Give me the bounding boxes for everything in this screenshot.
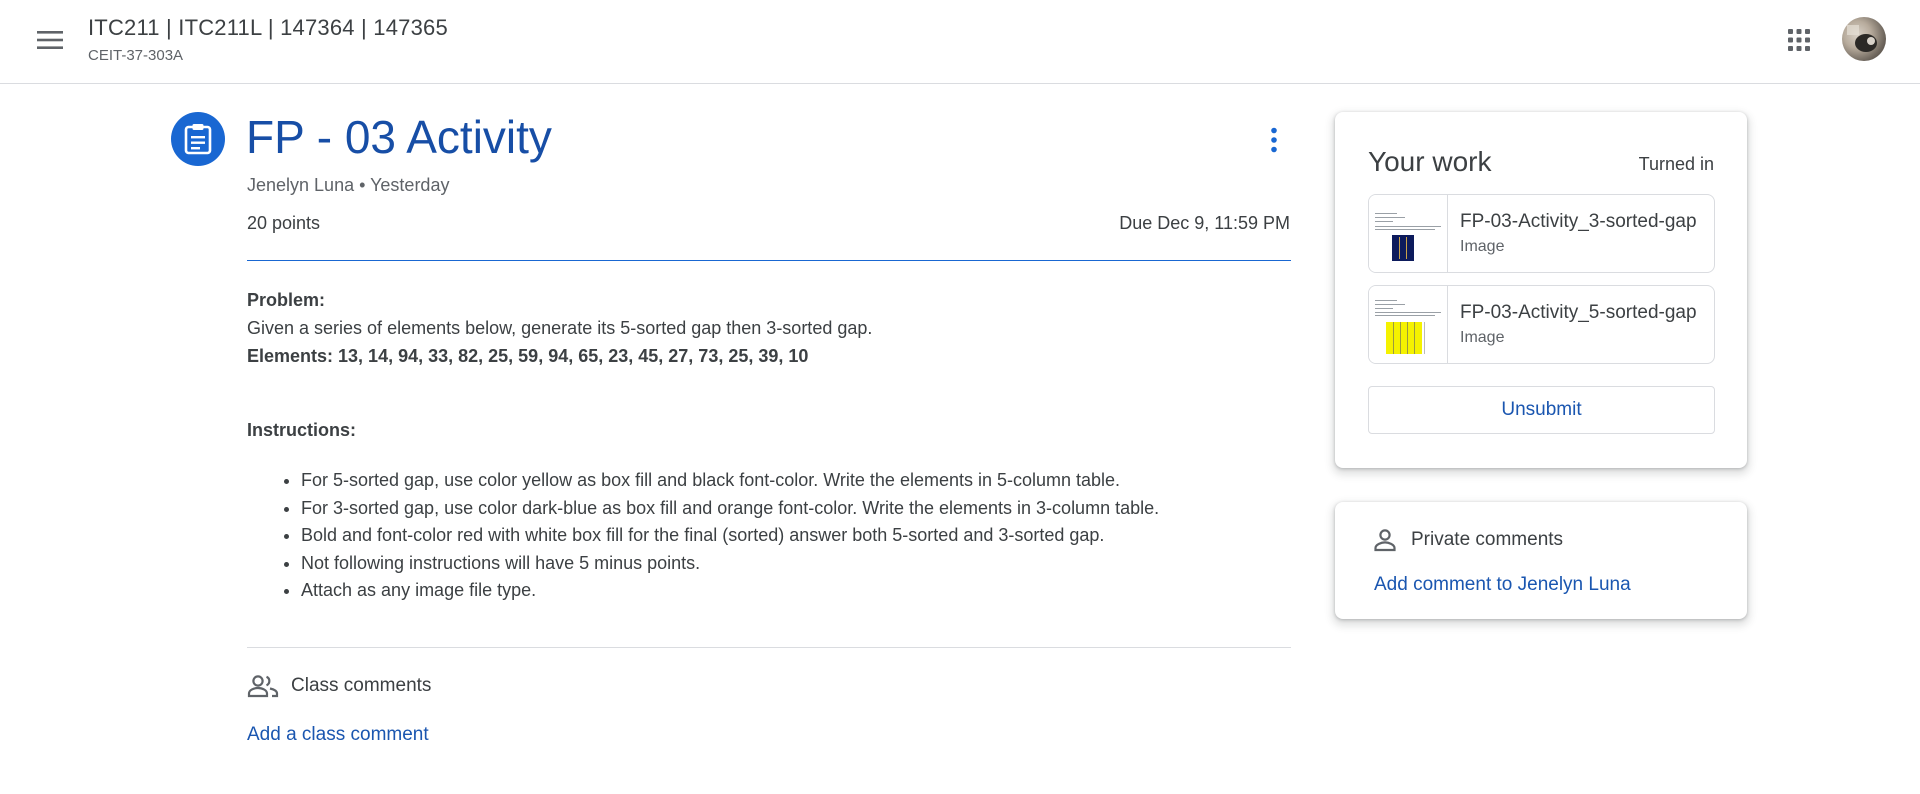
main-menu-button[interactable] — [30, 20, 70, 60]
due-date: Due Dec 9, 11:59 PM — [1119, 213, 1290, 233]
attachment-thumbnail — [1369, 286, 1448, 363]
assignment-description: Problem: Given a series of elements belo… — [247, 286, 1291, 370]
more-options-button[interactable] — [1254, 120, 1294, 160]
list-item: Not following instructions will have 5 m… — [301, 550, 1159, 578]
clipboard-icon — [184, 124, 212, 155]
status-badge: Turned in — [1638, 154, 1714, 174]
add-class-comment-link[interactable]: Add a class comment — [247, 724, 429, 746]
header-divider — [247, 260, 1291, 261]
instructions-heading: Instructions: — [247, 420, 357, 440]
private-comments-heading: Private comments — [1373, 528, 1563, 552]
list-item: For 5-sorted gap, use color yellow as bo… — [301, 467, 1159, 495]
class-comments-label: Class comments — [291, 675, 432, 696]
class-comments-heading: Class comments — [247, 674, 431, 698]
elements-line: Elements: 13, 14, 94, 33, 82, 25, 59, 94… — [247, 346, 809, 366]
attachment-type: Image — [1460, 238, 1505, 255]
list-item: Bold and font-color red with white box f… — [301, 522, 1159, 550]
account-avatar[interactable] — [1842, 17, 1886, 61]
google-apps-button[interactable] — [1779, 20, 1819, 60]
assignment-icon — [171, 112, 225, 166]
assignment-title: FP - 03 Activity — [246, 111, 552, 163]
hamburger-menu-icon — [37, 31, 63, 49]
people-icon — [247, 675, 279, 698]
attachment-item[interactable]: FP-03-Activity_3-sorted-gap Image — [1368, 194, 1715, 273]
points-label: 20 points — [247, 213, 321, 233]
problem-text: Given a series of elements below, genera… — [247, 318, 873, 338]
google-apps-grid-icon — [1788, 29, 1810, 51]
attachment-thumbnail — [1369, 195, 1448, 272]
more-vert-icon — [1271, 127, 1277, 153]
attachment-name: FP-03-Activity_5-sorted-gap — [1460, 302, 1697, 323]
add-private-comment-link[interactable]: Add comment to Jenelyn Luna — [1374, 574, 1631, 596]
attachment-name: FP-03-Activity_3-sorted-gap — [1460, 211, 1697, 232]
private-comments-label: Private comments — [1411, 529, 1564, 550]
attachment-type: Image — [1460, 329, 1505, 346]
avatar-photo-icon — [1847, 25, 1877, 52]
author-and-date: Jenelyn Luna • Yesterday — [247, 175, 450, 195]
comments-divider — [247, 647, 1291, 648]
instructions-list: For 5-sorted gap, use color yellow as bo… — [301, 467, 1159, 605]
unsubmit-button[interactable]: Unsubmit — [1368, 386, 1715, 434]
attachment-item[interactable]: FP-03-Activity_5-sorted-gap Image — [1368, 285, 1715, 364]
list-item: For 3-sorted gap, use color dark-blue as… — [301, 495, 1159, 523]
list-item: Attach as any image file type. — [301, 577, 1159, 605]
your-work-title: Your work — [1368, 146, 1492, 177]
private-comments-card: Private comments Add comment to Jenelyn … — [1335, 502, 1747, 619]
top-app-bar: ITC211 | ITC211L | 147364 | 147365 CEIT-… — [0, 0, 1920, 84]
your-work-card: Your work Turned in FP-03-Activity_3-sor… — [1335, 112, 1747, 468]
class-title[interactable]: ITC211 | ITC211L | 147364 | 147365 — [88, 15, 448, 41]
class-section: CEIT-37-303A — [88, 47, 184, 64]
problem-heading: Problem: — [247, 290, 326, 310]
person-icon — [1374, 529, 1396, 552]
